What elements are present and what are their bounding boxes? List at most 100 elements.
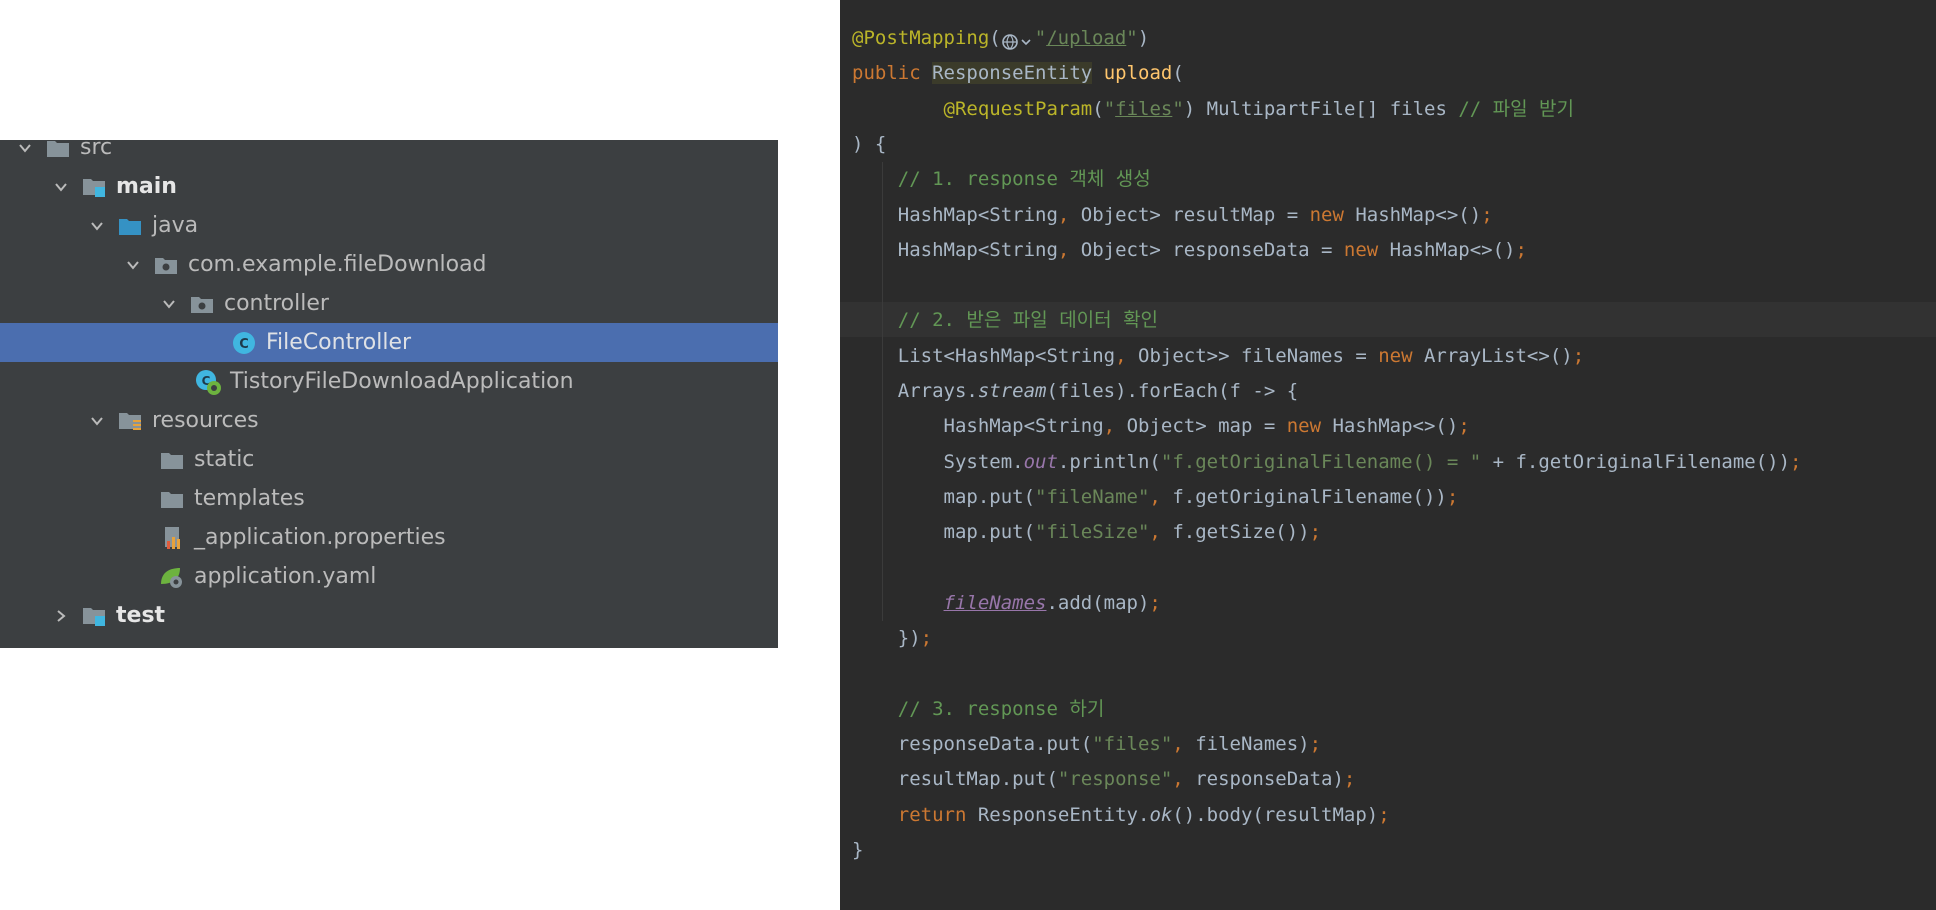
code-token: "	[1034, 27, 1047, 49]
code-editor[interactable]: @PostMapping("/upload") public ResponseEn…	[840, 0, 1936, 910]
code-token: out	[1023, 450, 1058, 473]
code-line[interactable]: @RequestParam("files") MultipartFile[] f…	[852, 92, 1575, 127]
code-line[interactable]: }	[852, 833, 863, 868]
code-token: ,	[1057, 238, 1081, 261]
tree-item-label: com.example.fileDownload	[188, 252, 487, 277]
code-line[interactable]: });	[852, 621, 932, 656]
project-tree-panel: src main java com.example.fileDownload c…	[0, 140, 778, 648]
code-token: + f.getOriginalFilename())	[1481, 450, 1791, 473]
code-token: (files).forEach(f -> {	[1046, 380, 1299, 402]
code-token: // 1. response 객체 생성	[897, 168, 1151, 191]
code-line[interactable]: HashMap<String, Object> resultMap = new …	[852, 198, 1493, 233]
code-token: HashMap<String	[852, 238, 1058, 261]
tree-item-templates[interactable]: templates	[0, 479, 778, 518]
code-token: HashMap<>()	[1355, 203, 1482, 226]
code-token: ) MultipartFile[] files	[1183, 97, 1459, 120]
tree-item-controller[interactable]: controller	[0, 284, 778, 323]
code-token: Object>> fileNames =	[1138, 344, 1379, 367]
code-token: responseData)	[1195, 768, 1344, 791]
code-line[interactable]: List<HashMap<String, Object>> fileNames …	[852, 339, 1584, 374]
code-token: ;	[1458, 415, 1470, 438]
code-token: responseData.put(	[852, 733, 1093, 755]
tree-item-static[interactable]: static	[0, 440, 778, 479]
tree-item-application-class[interactable]: C TistoryFileDownloadApplication	[0, 362, 778, 401]
code-line[interactable]: public ResponseEntity upload(	[852, 56, 1184, 91]
tree-item-package-root[interactable]: com.example.fileDownload	[0, 245, 778, 284]
chevron-down-icon[interactable]	[14, 140, 36, 159]
tree-item-src[interactable]: src	[0, 140, 778, 167]
code-line[interactable]: fileNames.add(map);	[852, 586, 1161, 621]
tree-item-label: application.yaml	[194, 564, 377, 589]
package-icon	[152, 252, 180, 278]
code-line[interactable]: HashMap<String, Object> responseData = n…	[852, 233, 1527, 268]
tree-item-label: controller	[224, 291, 329, 316]
tree-item-label: templates	[194, 486, 305, 511]
code-token: /upload	[1046, 27, 1127, 49]
code-token: stream	[977, 380, 1047, 402]
code-token: ) {	[852, 132, 887, 155]
code-token: ;	[1378, 803, 1390, 826]
tree-item-resources[interactable]: resources	[0, 401, 778, 440]
code-token: HashMap<>()	[1332, 415, 1459, 438]
tree-item-properties-file[interactable]: _application.properties	[0, 518, 778, 557]
code-token: Object> resultMap =	[1080, 203, 1310, 226]
chevron-down-icon[interactable]	[86, 410, 108, 432]
code-token: ,	[1172, 733, 1196, 755]
web-endpoint-icon[interactable]	[1001, 29, 1035, 50]
code-line[interactable]: System.out.println("f.getOriginalFilenam…	[852, 445, 1802, 480]
code-token: ;	[1309, 733, 1322, 755]
code-line[interactable]: return ResponseEntity.ok().body(resultMa…	[852, 798, 1390, 833]
tree-item-label: FileController	[266, 330, 412, 355]
code-token: ;	[1309, 521, 1322, 544]
code-line[interactable]: resultMap.put("response", responseData);	[852, 762, 1356, 797]
tree-item-label: test	[116, 603, 166, 628]
code-line[interactable]: @PostMapping("/upload")	[852, 21, 1149, 56]
java-class-icon: C	[230, 330, 258, 356]
code-token: return	[897, 803, 978, 826]
code-token: ;	[1515, 238, 1527, 261]
tree-item-label: java	[152, 213, 199, 238]
chevron-down-icon[interactable]	[50, 176, 72, 198]
code-line[interactable]: // 3. response 하기	[852, 692, 1105, 727]
code-token: // 파일 받기	[1458, 97, 1575, 120]
code-token: resultMap.put(	[852, 768, 1058, 791]
code-token: "f.getOriginalFilename() = "	[1160, 450, 1482, 473]
code-token: ResponseEntity	[932, 62, 1093, 85]
code-line[interactable]: HashMap<String, Object> map = new HashMa…	[852, 409, 1470, 444]
code-token: Object> map =	[1126, 415, 1287, 438]
code-token: ,	[1149, 485, 1173, 508]
code-token: @PostMapping	[852, 27, 990, 49]
chevron-down-icon[interactable]	[86, 215, 108, 237]
chevron-right-icon[interactable]	[50, 605, 72, 627]
code-token: map.put(	[852, 521, 1036, 544]
code-token: ok	[1149, 803, 1173, 826]
tree-item-test[interactable]: test	[0, 596, 778, 635]
package-icon	[188, 291, 216, 317]
code-line[interactable]: map.put("fileName", f.getOriginalFilenam…	[852, 480, 1459, 515]
code-token: fileNames	[943, 591, 1047, 614]
code-line[interactable]: // 1. response 객체 생성	[852, 162, 1151, 197]
code-token: (	[1172, 62, 1184, 85]
code-token: f.getOriginalFilename())	[1172, 485, 1447, 508]
code-token: ;	[1481, 203, 1493, 226]
tree-item-java[interactable]: java	[0, 206, 778, 245]
code-line[interactable]: ) {	[852, 127, 886, 162]
code-token: ().body(resultMap)	[1172, 803, 1379, 826]
tree-item-main[interactable]: main	[0, 167, 778, 206]
chevron-down-icon[interactable]	[122, 254, 144, 276]
code-line[interactable]: // 2. 받은 파일 데이터 확인	[852, 303, 1158, 338]
code-token: })	[852, 627, 921, 650]
code-token: HashMap<String	[852, 203, 1058, 226]
code-token: "fileSize"	[1035, 521, 1150, 544]
tree-item-yaml-file[interactable]: application.yaml	[0, 557, 778, 596]
chevron-down-icon[interactable]	[158, 293, 180, 315]
code-line[interactable]: Arrays.stream(files).forEach(f -> {	[852, 374, 1298, 409]
code-line[interactable]: responseData.put("files", fileNames);	[852, 727, 1321, 762]
code-line[interactable]: map.put("fileSize", f.getSize());	[852, 515, 1322, 550]
tree-item-filecontroller[interactable]: C FileController	[0, 323, 778, 362]
